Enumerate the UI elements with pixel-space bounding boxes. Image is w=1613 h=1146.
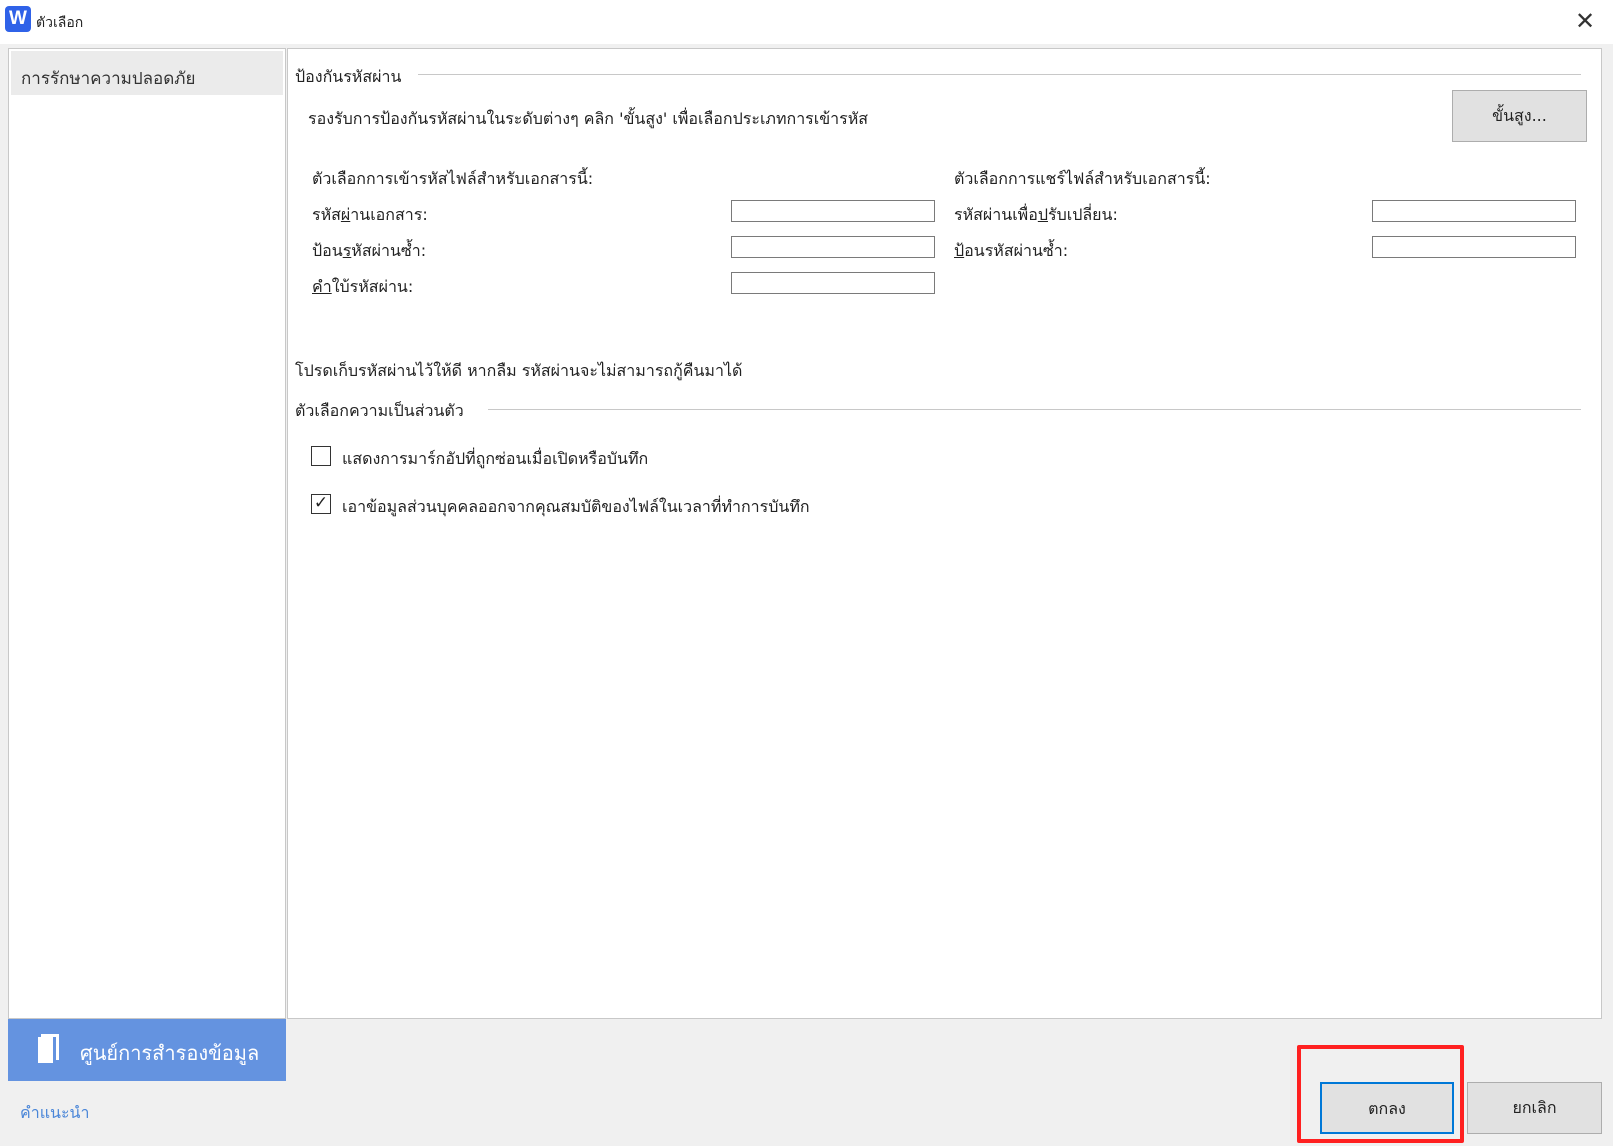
privacy-group-title: ตัวเลือกความเป็นส่วนตัว <box>295 401 464 420</box>
sidebar-item-security[interactable]: การรักษาความปลอดภัย <box>11 51 283 95</box>
label-part: รับเปลี่ยน: <box>1047 205 1118 224</box>
access-key: ค <box>312 277 332 296</box>
remove-personal-info-label[interactable]: เอาข้อมูลส่วนบุคคลออกจากคุณสมบัติของไฟล์… <box>342 495 810 520</box>
label-part: ป้อน <box>312 241 343 260</box>
show-hidden-markup-checkbox[interactable] <box>311 446 331 466</box>
label-part: นสูง... <box>1503 106 1547 125</box>
divider <box>488 409 1581 410</box>
password-warning-note: โปรดเก็บรหัสผ่านไว้ให้ดี หากลืม รหัสผ่าน… <box>295 361 743 380</box>
label-part: ข <box>1492 106 1504 125</box>
sidebar: การรักษาความปลอดภัย <box>8 48 286 1019</box>
document-password-label: รหัสผ่านเอกสาร: <box>312 203 428 228</box>
label-part: หัสผ่านซ้ำ: <box>351 241 427 260</box>
window-title: ตัวเลือก <box>36 15 84 31</box>
password-group-title: ป้องกันรหัสผ่าน <box>295 67 402 86</box>
label-part: ำใบ้รหัสผ่าน: <box>331 277 414 296</box>
cancel-button[interactable]: ยกเลิก <box>1467 1082 1602 1134</box>
modify-reenter-input[interactable] <box>1372 236 1576 258</box>
settings-panel: ป้องกันรหัสผ่าน รองรับการป้องกันรหัสผ่าน… <box>287 48 1602 1019</box>
modify-password-input[interactable] <box>1372 200 1576 222</box>
reenter-password-label: ป้อนรหัสผ่านซ้ำ: <box>312 239 426 264</box>
access-key: ผ่ <box>340 205 351 224</box>
app-icon: W <box>5 6 31 32</box>
label-part: อนรหัสผ่านซ้ำ: <box>964 241 1069 260</box>
document-password-input[interactable] <box>731 200 935 222</box>
modify-reenter-label: ป้อนรหัสผ่านซ้ำ: <box>954 239 1068 264</box>
access-key: ป <box>1037 205 1048 224</box>
label-part: านเอกสาร: <box>350 205 428 224</box>
password-hint-label: คำใบ้รหัสผ่าน: <box>312 275 413 300</box>
label-part: รหัสผ่านเพื่อ <box>954 205 1038 224</box>
show-hidden-markup-label[interactable]: แสดงการมาร์กอัปที่ถูกซ่อนเมื่อเปิดหรือบั… <box>342 447 648 472</box>
document-icon <box>38 1037 56 1063</box>
access-key: ร <box>342 241 352 260</box>
backup-center-button[interactable]: ศูนย์การสำรองข้อมูล <box>8 1019 286 1081</box>
remove-personal-info-checkbox[interactable]: ✓ <box>311 494 331 514</box>
access-key: ป้ <box>954 241 965 260</box>
help-link[interactable]: คำแนะนำ <box>20 1101 89 1126</box>
modify-password-label: รหัสผ่านเพื่อปรับเปลี่ยน: <box>954 203 1118 228</box>
share-options-header: ตัวเลือกการแชร์ไฟล์สำหรับเอกสารนี้: <box>954 169 1211 188</box>
divider <box>418 74 1581 75</box>
password-hint-input[interactable] <box>731 272 935 294</box>
label-part: รหัส <box>312 205 341 224</box>
password-description: รองรับการป้องกันรหัสผ่านในระดับต่างๆ คลิ… <box>308 109 869 128</box>
backup-center-label: ศูนย์การสำรองข้อมูล <box>80 1041 260 1065</box>
reenter-password-input[interactable] <box>731 236 935 258</box>
encrypt-options-header: ตัวเลือกการเข้ารหัสไฟล์สำหรับเอกสารนี้: <box>312 169 594 188</box>
advanced-button[interactable]: ขั้นสูง... <box>1452 90 1587 142</box>
close-icon[interactable]: ✕ <box>1568 6 1602 36</box>
title-bar: W ตัวเลือก ✕ <box>0 0 1613 44</box>
highlight-box <box>1297 1045 1464 1143</box>
